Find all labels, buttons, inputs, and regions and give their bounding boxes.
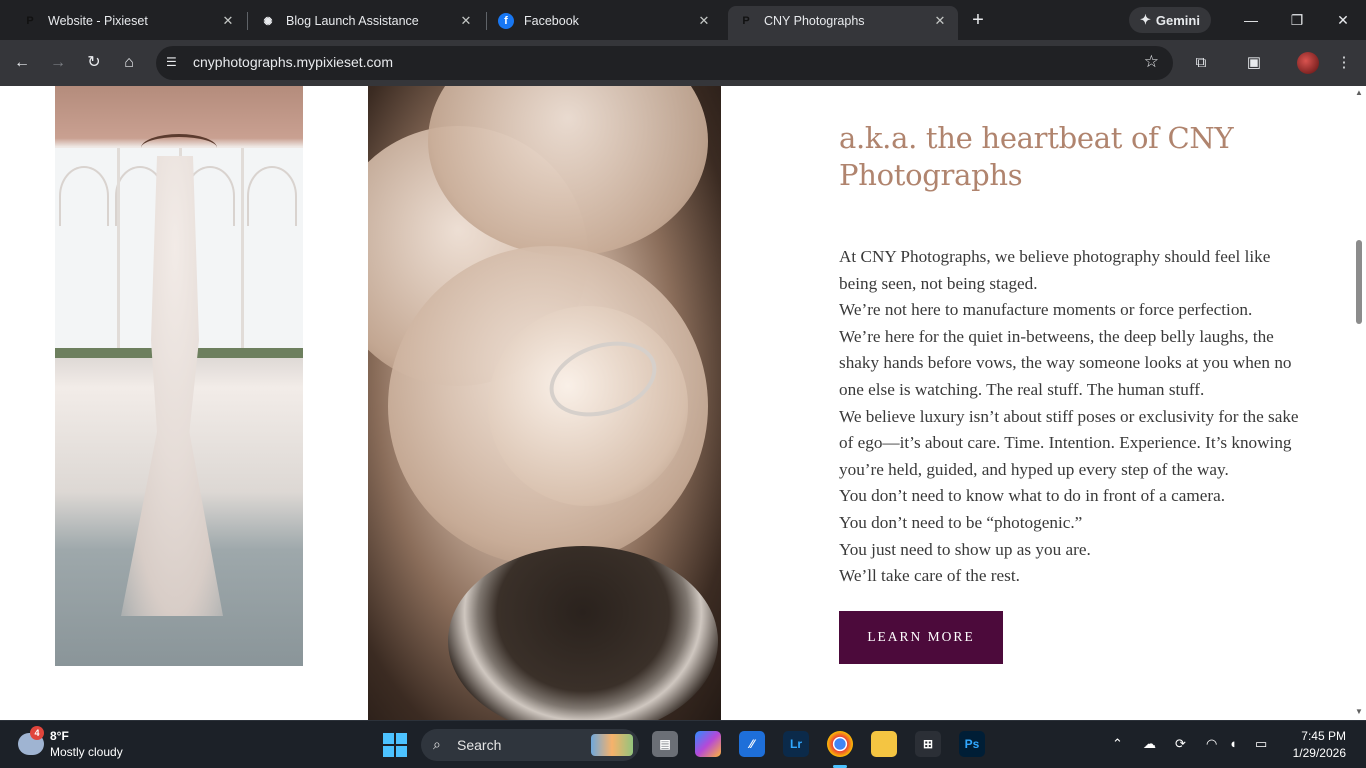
wedding-dress-photo — [55, 86, 303, 666]
tab-facebook[interactable]: f Facebook ✕ — [488, 6, 722, 36]
chrome-icon[interactable] — [827, 731, 853, 757]
tab-blog-launch[interactable]: ✺ Blog Launch Assistance ✕ — [250, 6, 484, 36]
browser-toolbar: ← → ↻ ⌂ ☰ cnyphotographs.mypixieset.com … — [0, 40, 1366, 86]
body-paragraph: You don’t need to know what to do in fro… — [839, 486, 1226, 506]
window-mullion — [117, 148, 120, 354]
show-hidden-icons-icon[interactable]: ⌃ — [1112, 736, 1123, 752]
microsoft-store-icon[interactable]: ⊞ — [915, 731, 941, 757]
forward-button[interactable]: → — [46, 51, 70, 75]
pixieset-favicon-icon: P — [742, 15, 750, 27]
search-highlight-image — [591, 734, 633, 756]
wifi-icon[interactable]: ◠ — [1206, 736, 1217, 752]
profile-avatar[interactable] — [1297, 52, 1319, 74]
start-logo-pane — [396, 733, 407, 744]
extensions-icon[interactable]: ⧉ — [1189, 51, 1213, 75]
section-body: At CNY Photographs, we believe photograp… — [839, 244, 1299, 590]
window-mullion — [241, 148, 244, 354]
tab-title: Website - Pixieset — [48, 14, 148, 28]
gemini-button[interactable]: ✦ Gemini — [1129, 7, 1211, 33]
body-paragraph: We’re here for the quiet in-betweens, th… — [839, 326, 1292, 399]
page-viewport: a.k.a. the heartbeat of CNY Photographs … — [0, 86, 1352, 720]
clock-time[interactable]: 7:45 PM — [1301, 729, 1346, 743]
tab-title: Facebook — [524, 14, 579, 28]
search-label: Search — [457, 737, 502, 753]
chatgpt-icon: ✺ — [263, 15, 273, 28]
start-logo-pane — [396, 746, 407, 757]
minimize-button[interactable]: — — [1239, 9, 1263, 31]
scroll-down-arrow-icon[interactable]: ▼ — [1354, 707, 1364, 716]
window-arch — [59, 166, 109, 226]
wedding-band — [448, 546, 718, 720]
tab-search-icon[interactable]: ▣ — [1242, 51, 1266, 75]
scrollbar-thumb[interactable] — [1356, 240, 1362, 324]
close-icon[interactable]: ✕ — [458, 13, 474, 29]
weather-badge: 4 — [30, 726, 44, 740]
scroll-up-arrow-icon[interactable]: ▲ — [1354, 88, 1364, 97]
tab-pixieset-website[interactable]: P Website - Pixieset ✕ — [12, 6, 246, 36]
close-window-button[interactable]: ✕ — [1331, 9, 1355, 31]
wedding-rings-photo — [368, 86, 721, 720]
tab-separator — [486, 12, 487, 30]
tab-separator — [247, 12, 248, 30]
tab-title: CNY Photographs — [764, 14, 865, 28]
pixieset-favicon-icon: P — [22, 13, 38, 29]
close-icon[interactable]: ✕ — [696, 13, 712, 29]
page-scrollbar[interactable]: ▲ ▼ — [1352, 86, 1366, 720]
windows-taskbar: 4 8°F Mostly cloudy ⌕ Search ▤ ⁄⁄ Lr ⊞ P… — [0, 720, 1366, 768]
body-paragraph: You don’t need to be “photogenic.” — [839, 512, 1083, 532]
taskbar-search[interactable]: ⌕ Search — [421, 729, 639, 761]
gemini-label: Gemini — [1155, 12, 1200, 28]
learn-more-button[interactable]: LEARN MORE — [839, 610, 1003, 664]
menu-icon[interactable]: ⋮ — [1332, 51, 1356, 75]
onedrive-icon[interactable]: ☁ — [1143, 736, 1156, 752]
start-button[interactable] — [383, 733, 407, 757]
section-heading: a.k.a. the heartbeat of CNY Photographs — [839, 121, 1234, 192]
body-paragraph: At CNY Photographs, we believe photograp… — [839, 247, 1271, 293]
bookmark-star-icon[interactable]: ☆ — [1144, 52, 1159, 72]
body-paragraph: We’re not here to manufacture moments or… — [839, 300, 1253, 320]
home-button[interactable]: ⌂ — [117, 51, 141, 75]
weather-temperature[interactable]: 8°F — [50, 729, 69, 743]
gemini-sparkle-icon: ✦ — [1140, 12, 1151, 27]
body-paragraph: We’ll take care of the rest. — [839, 566, 1020, 586]
affinity-icon[interactable]: ⁄⁄ — [739, 731, 765, 757]
task-view-icon[interactable]: ▤ — [652, 731, 678, 757]
clock-date[interactable]: 1/29/2026 — [1293, 746, 1346, 760]
lightroom-icon[interactable]: Lr — [783, 731, 809, 757]
new-tab-button[interactable]: + — [966, 9, 990, 33]
volume-icon[interactable]: ◖ — [1229, 736, 1237, 751]
start-logo-pane — [383, 733, 394, 744]
tab-cny-photographs[interactable]: P CNY Photographs ✕ — [728, 6, 958, 40]
address-bar[interactable]: ☰ cnyphotographs.mypixieset.com ☆ — [156, 46, 1173, 80]
battery-icon[interactable]: ▭ — [1255, 736, 1267, 752]
start-logo-pane — [383, 746, 394, 757]
back-button[interactable]: ← — [10, 51, 34, 75]
reload-button[interactable]: ↻ — [82, 51, 106, 75]
window-arch — [247, 166, 297, 226]
body-paragraph: You just need to show up as you are. — [839, 539, 1091, 559]
weather-description[interactable]: Mostly cloudy — [50, 745, 123, 759]
photoshop-icon[interactable]: Ps — [959, 731, 985, 757]
close-icon[interactable]: ✕ — [932, 13, 948, 29]
tab-title: Blog Launch Assistance — [286, 14, 419, 28]
facebook-icon: f — [498, 13, 514, 29]
site-settings-icon[interactable]: ☰ — [166, 55, 182, 71]
file-explorer-icon[interactable] — [871, 731, 897, 757]
url-text[interactable]: cnyphotographs.mypixieset.com — [193, 54, 393, 70]
copilot-icon[interactable] — [695, 731, 721, 757]
close-icon[interactable]: ✕ — [220, 13, 236, 29]
restore-button[interactable]: ❐ — [1285, 9, 1309, 31]
search-icon: ⌕ — [433, 736, 441, 752]
sync-icon[interactable]: ⟳ — [1175, 736, 1186, 752]
tab-strip: P Website - Pixieset ✕ ✺ Blog Launch Ass… — [0, 0, 1366, 40]
about-section: a.k.a. the heartbeat of CNY Photographs … — [839, 120, 1299, 664]
body-paragraph: We believe luxury isn’t about stiff pose… — [839, 406, 1299, 479]
